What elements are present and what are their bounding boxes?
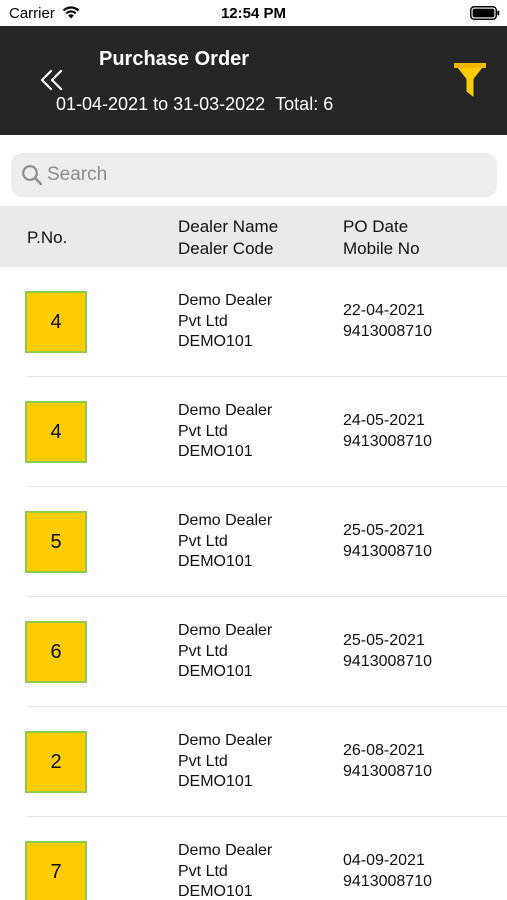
search-icon	[22, 165, 43, 186]
dealer-code: DEMO101	[178, 443, 253, 460]
pno-badge: 7	[25, 841, 87, 900]
search-input[interactable]	[47, 153, 487, 197]
dealer-name-line1: Demo Dealer	[178, 512, 273, 529]
dealer-name-line1: Demo Dealer	[178, 292, 273, 309]
order-row[interactable]: 4 Demo Dealer Pvt Ltd DEMO101 22-04-2021…	[0, 267, 507, 377]
dealer-info: Demo Dealer Pvt Ltd DEMO101	[178, 731, 272, 793]
pno-badge: 4	[25, 291, 87, 353]
table-header: P.No. Dealer Name Dealer Code PO Date Mo…	[0, 206, 507, 267]
header-subtitle: 01-04-2021 to 31-03-2022 Total: 6	[56, 94, 333, 115]
dealer-code: DEMO101	[178, 553, 253, 570]
back-button[interactable]	[32, 62, 72, 98]
order-row[interactable]: 4 Demo Dealer Pvt Ltd DEMO101 24-05-2021…	[0, 377, 507, 487]
order-row[interactable]: 2 Demo Dealer Pvt Ltd DEMO101 26-08-2021…	[0, 707, 507, 817]
dealer-name-line2: Pvt Ltd	[178, 642, 228, 660]
total-count-label: Total: 6	[275, 94, 334, 114]
page-title: Purchase Order	[99, 48, 250, 70]
pno-badge: 4	[25, 401, 87, 463]
order-list: 4 Demo Dealer Pvt Ltd DEMO101 22-04-2021…	[0, 267, 507, 900]
filter-button[interactable]	[448, 58, 492, 102]
dealer-info: Demo Dealer Pvt Ltd DEMO101	[178, 511, 272, 573]
search-bar[interactable]	[11, 153, 497, 197]
dealer-info: Demo Dealer Pvt Ltd DEMO101	[178, 621, 272, 683]
order-row[interactable]: 7 Demo Dealer Pvt Ltd DEMO101 04-09-2021…	[0, 817, 507, 900]
dealer-name-line2: Pvt Ltd	[178, 312, 228, 330]
pno-badge: 5	[25, 511, 87, 573]
app-header: Purchase Order 01-04-2021 to 31-03-2022 T…	[0, 26, 507, 135]
mobile-number: 9413008710	[343, 322, 432, 340]
po-date: 22-04-2021	[343, 302, 425, 319]
dealer-info: Demo Dealer Pvt Ltd DEMO101	[178, 401, 272, 463]
po-date: 25-05-2021	[343, 632, 425, 649]
battery-icon	[470, 6, 500, 20]
po-info: 24-05-2021 9413008710	[343, 411, 432, 452]
dealer-info: Demo Dealer Pvt Ltd DEMO101	[178, 291, 272, 353]
status-bar: Carrier 12:54 PM	[0, 0, 507, 26]
dealer-name-line2: Pvt Ltd	[178, 532, 228, 550]
dealer-name-line2: Pvt Ltd	[178, 862, 228, 880]
column-po: PO Date Mobile No	[343, 216, 420, 260]
mobile-number: 9413008710	[343, 872, 432, 890]
mobile-number: 9413008710	[343, 432, 432, 450]
column-mobile-no: Mobile No	[343, 239, 420, 258]
mobile-number: 9413008710	[343, 652, 432, 670]
dealer-name-line2: Pvt Ltd	[178, 752, 228, 770]
po-info: 22-04-2021 9413008710	[343, 301, 432, 342]
dealer-name-line1: Demo Dealer	[178, 622, 273, 639]
po-info: 26-08-2021 9413008710	[343, 741, 432, 782]
dealer-code: DEMO101	[178, 883, 253, 900]
po-date: 26-08-2021	[343, 742, 425, 759]
funnel-filter-icon	[454, 63, 486, 97]
po-info: 04-09-2021 9413008710	[343, 851, 432, 892]
order-row[interactable]: 6 Demo Dealer Pvt Ltd DEMO101 25-05-2021…	[0, 597, 507, 707]
dealer-code: DEMO101	[178, 663, 253, 680]
column-po-date: PO Date	[343, 217, 409, 236]
column-dealer-code: Dealer Code	[178, 239, 274, 258]
column-dealer-name: Dealer Name	[178, 217, 279, 236]
column-dealer: Dealer Name Dealer Code	[178, 216, 278, 260]
dealer-name-line2: Pvt Ltd	[178, 422, 228, 440]
dealer-code: DEMO101	[178, 773, 253, 790]
status-time: 12:54 PM	[220, 5, 287, 22]
pno-badge: 6	[25, 621, 87, 683]
column-pno: P.No.	[27, 228, 68, 247]
double-chevron-left-icon	[40, 69, 63, 91]
mobile-number: 9413008710	[343, 762, 432, 780]
pno-badge: 2	[25, 731, 87, 793]
po-info: 25-05-2021 9413008710	[343, 631, 432, 672]
dealer-code: DEMO101	[178, 333, 253, 350]
mobile-number: 9413008710	[343, 542, 432, 560]
search-section	[0, 135, 507, 206]
dealer-name-line1: Demo Dealer	[178, 402, 273, 419]
po-date: 24-05-2021	[343, 412, 425, 429]
order-row[interactable]: 5 Demo Dealer Pvt Ltd DEMO101 25-05-2021…	[0, 487, 507, 597]
po-date: 25-05-2021	[343, 522, 425, 539]
po-info: 25-05-2021 9413008710	[343, 521, 432, 562]
dealer-info: Demo Dealer Pvt Ltd DEMO101	[178, 841, 272, 900]
purchase-order-screen: Carrier 12:54 PM Purchase Order 01-04-20…	[0, 0, 507, 900]
dealer-name-line1: Demo Dealer	[178, 842, 273, 859]
date-range-label: 01-04-2021 to 31-03-2022	[56, 94, 266, 114]
dealer-name-line1: Demo Dealer	[178, 732, 273, 749]
po-date: 04-09-2021	[343, 852, 425, 869]
